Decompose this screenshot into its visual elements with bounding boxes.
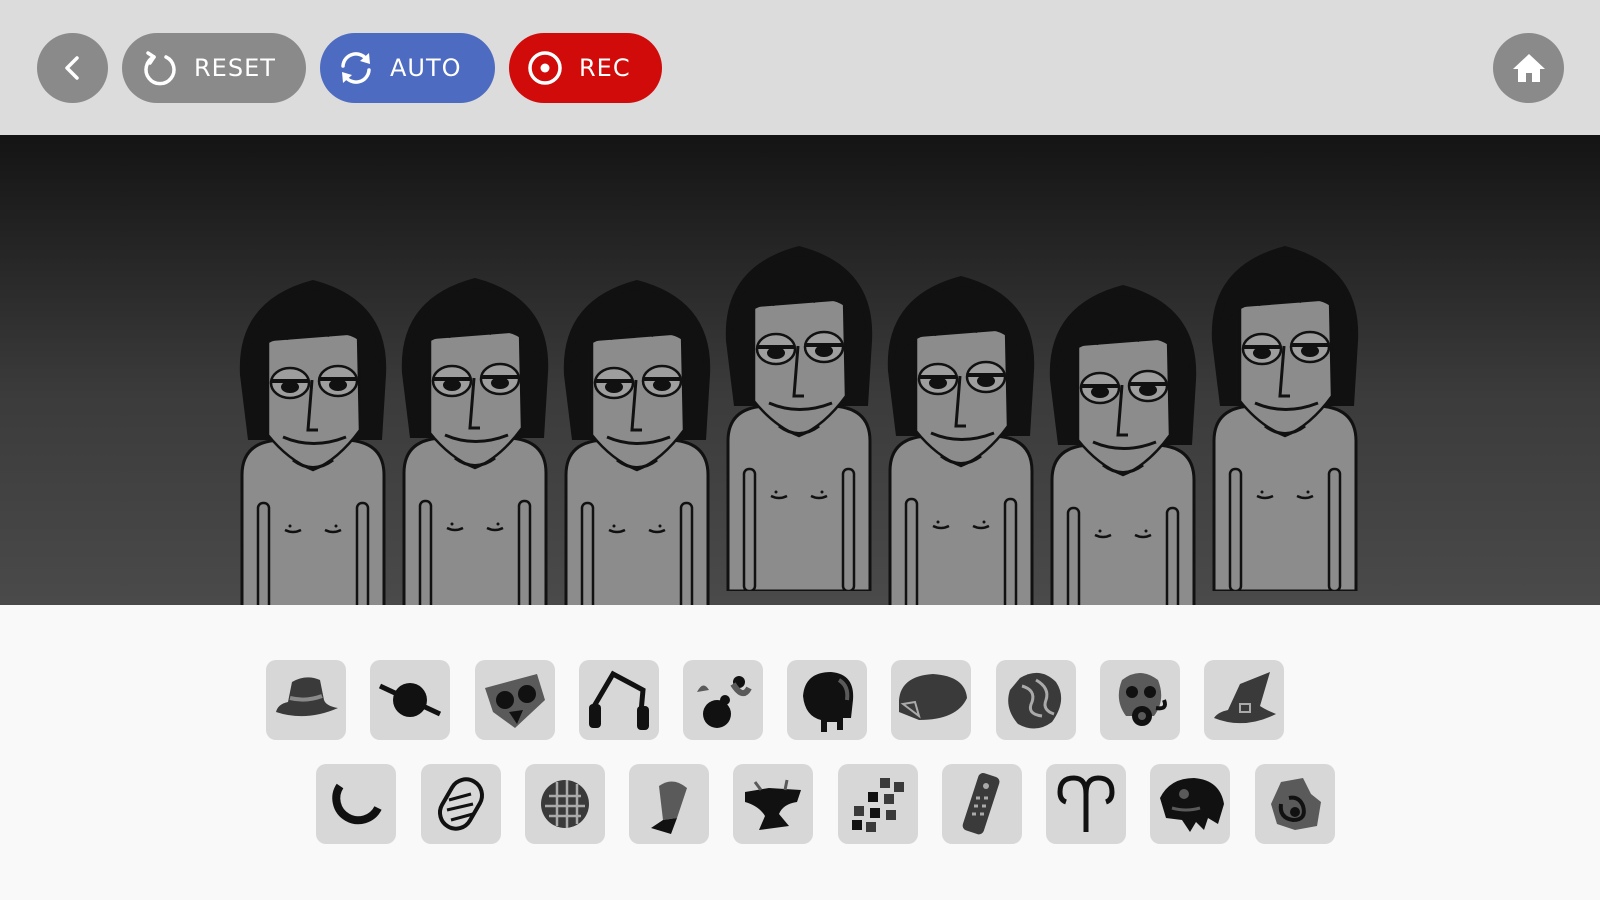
mask-icon[interactable]: [475, 660, 555, 740]
character-3[interactable]: [552, 245, 722, 605]
home-button[interactable]: [1493, 33, 1564, 103]
home-icon: [1512, 54, 1545, 82]
disc-icon[interactable]: [370, 660, 450, 740]
hat-icon[interactable]: [266, 660, 346, 740]
brain-icon[interactable]: [996, 660, 1076, 740]
ring-icon[interactable]: [316, 764, 396, 844]
auto-label: AUTO: [390, 54, 462, 82]
character-4[interactable]: [714, 211, 884, 591]
character-2[interactable]: [390, 243, 560, 605]
spring-icon[interactable]: [421, 764, 501, 844]
top-bar: RESET AUTO REC: [0, 0, 1600, 135]
blocks-icon[interactable]: [838, 764, 918, 844]
beast-mask-icon[interactable]: [1150, 764, 1230, 844]
sync-icon: [341, 52, 371, 84]
record-icon: [528, 51, 562, 85]
reset-button[interactable]: RESET: [122, 33, 306, 103]
character-6[interactable]: [1038, 250, 1208, 605]
reset-icon: [144, 51, 176, 86]
headphones-icon[interactable]: [579, 660, 659, 740]
sound-tray: [0, 605, 1600, 900]
chevron-left-icon: [64, 56, 79, 80]
witch-hat-icon[interactable]: [1204, 660, 1284, 740]
grill-icon[interactable]: [525, 764, 605, 844]
auto-button[interactable]: AUTO: [320, 33, 495, 103]
rock-icon[interactable]: [1255, 764, 1335, 844]
back-button[interactable]: [37, 33, 108, 103]
cap-icon[interactable]: [891, 660, 971, 740]
character-7[interactable]: [1200, 211, 1370, 591]
bubbles-icon[interactable]: [683, 660, 763, 740]
record-button[interactable]: REC: [509, 33, 662, 103]
gas-mask-icon[interactable]: [1100, 660, 1180, 740]
glove-icon[interactable]: [629, 764, 709, 844]
character-5[interactable]: [876, 241, 1046, 605]
remote-icon[interactable]: [942, 764, 1022, 844]
aries-icon[interactable]: [1046, 764, 1126, 844]
stage: [0, 135, 1600, 605]
anvil-icon[interactable]: [733, 764, 813, 844]
rec-label: REC: [579, 54, 631, 82]
helmet-icon[interactable]: [787, 660, 867, 740]
reset-label: RESET: [194, 54, 276, 82]
character-1[interactable]: [228, 245, 398, 605]
